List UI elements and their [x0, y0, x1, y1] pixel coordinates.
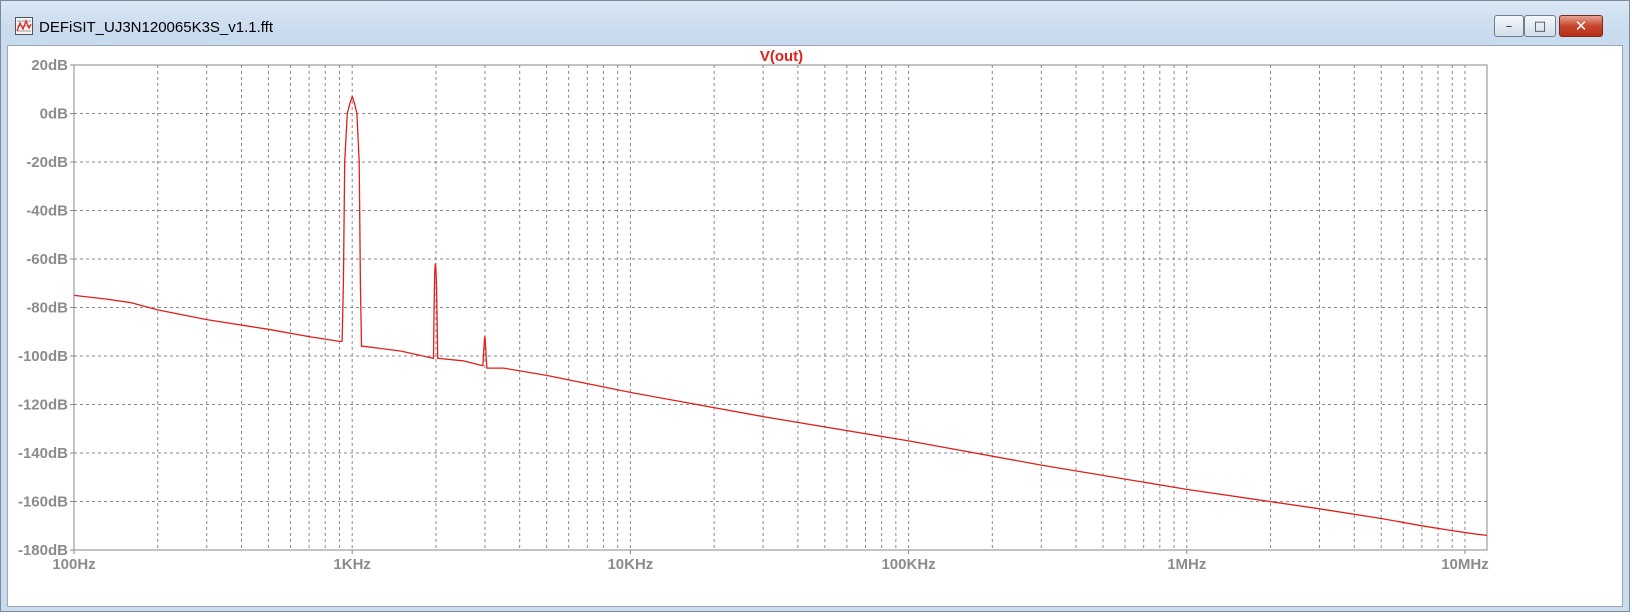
y-tick-label: -120dB [18, 397, 68, 414]
y-tick-label: -80dB [26, 300, 68, 317]
window-title: DEFiSIT_UJ3N120065K3S_v1.1.fft [39, 19, 274, 36]
grid [73, 64, 1488, 551]
minimize-icon: – [1505, 18, 1513, 34]
y-tick-label: -160dB [18, 494, 68, 511]
x-tick-label: 100KHz [881, 556, 935, 573]
plot-pane[interactable]: 20dB 0dB -20dB -40dB -60dB -80dB -100dB -120dB -… [7, 45, 1623, 607]
chart-title: V(out) [760, 48, 803, 65]
fft-plot[interactable]: 20dB 0dB -20dB -40dB -60dB -80dB -100dB -120dB -… [8, 46, 1622, 606]
y-tick-label: -20dB [26, 154, 68, 171]
close-button[interactable]: ✕ [1559, 15, 1603, 37]
y-tick-label: -40dB [26, 203, 68, 220]
y-axis-ticks: 20dB 0dB -20dB -40dB -60dB -80dB -100dB -120dB -… [18, 57, 74, 559]
y-tick-label: -60dB [26, 251, 68, 268]
x-axis-ticks: 100Hz 1KHz 10KHz 100KHz 1MHz 10MHz [52, 550, 1489, 573]
x-tick-label: 100Hz [52, 556, 95, 573]
minimize-button[interactable]: – [1494, 15, 1524, 37]
maximize-button[interactable]: □ [1524, 15, 1556, 37]
maximize-icon: □ [1533, 18, 1547, 34]
title-bar[interactable]: DEFiSIT_UJ3N120065K3S_v1.1.fft – □ ✕ [1, 1, 1629, 45]
x-tick-label: 1MHz [1167, 556, 1206, 573]
fft-viewer-window: DEFiSIT_UJ3N120065K3S_v1.1.fft – □ ✕ 20d… [0, 0, 1630, 612]
x-tick-label: 1KHz [333, 556, 371, 573]
waveform-viewer-icon[interactable] [15, 17, 33, 35]
y-tick-label: -100dB [18, 348, 68, 365]
x-tick-label: 10KHz [607, 556, 653, 573]
x-tick-label: 10MHz [1441, 556, 1489, 573]
y-tick-label: 20dB [31, 57, 68, 74]
y-tick-label: -140dB [18, 445, 68, 462]
y-tick-label: 0dB [40, 106, 69, 123]
close-icon: ✕ [1574, 17, 1588, 35]
